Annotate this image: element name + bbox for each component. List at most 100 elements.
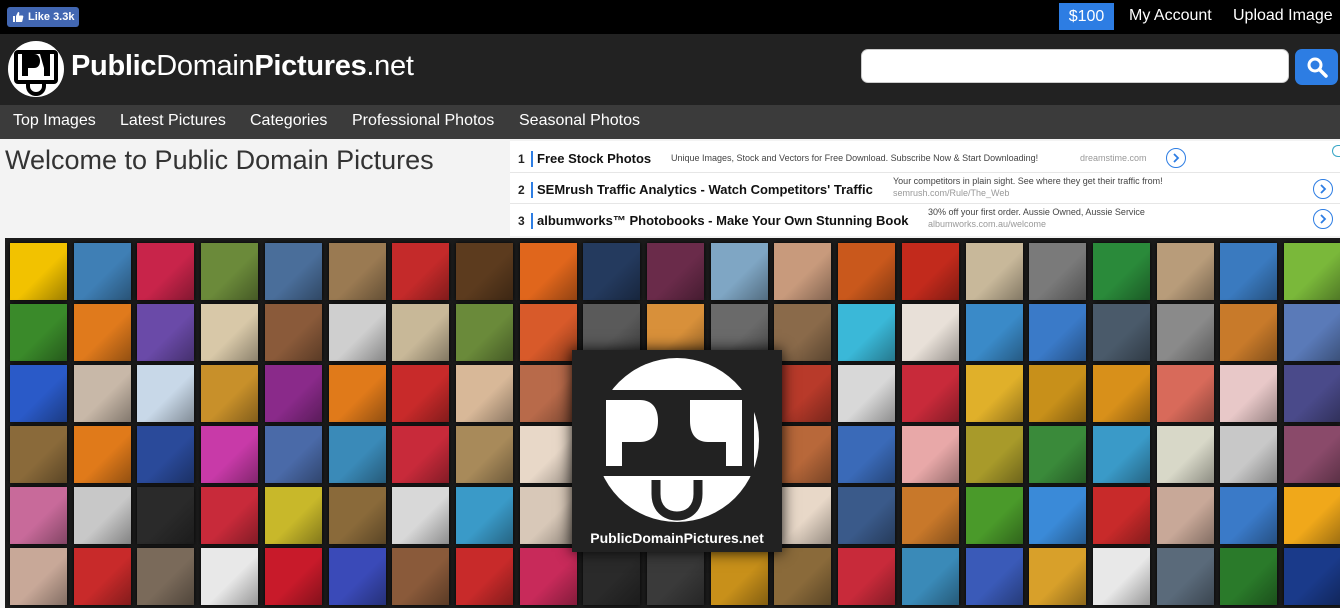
photo-thumbnail[interactable] [1220,365,1278,422]
photo-thumbnail[interactable] [455,365,513,422]
photo-thumbnail[interactable] [392,304,450,361]
ad-row[interactable]: 3 albumworks™ Photobooks - Make Your Own… [510,205,1340,235]
photo-thumbnail[interactable] [1220,243,1278,300]
center-logo[interactable]: PublicDomainPictures.net [572,350,782,552]
photo-thumbnail[interactable] [965,243,1023,300]
photo-thumbnail[interactable] [1092,365,1150,422]
photo-thumbnail[interactable] [10,304,67,361]
photo-thumbnail[interactable] [264,304,322,361]
price-button[interactable]: $100 [1059,3,1114,30]
photo-thumbnail[interactable] [583,548,641,605]
photo-thumbnail[interactable] [965,426,1023,483]
photo-thumbnail[interactable] [519,304,577,361]
photo-thumbnail[interactable] [392,487,450,544]
photo-thumbnail[interactable] [201,548,259,605]
ad-arrow-icon[interactable] [1313,209,1333,229]
photo-thumbnail[interactable] [1156,548,1214,605]
photo-thumbnail[interactable] [519,243,577,300]
photo-thumbnail[interactable] [392,426,450,483]
photo-thumbnail[interactable] [1220,426,1278,483]
photo-thumbnail[interactable] [774,365,832,422]
photo-thumbnail[interactable] [137,365,195,422]
photo-thumbnail[interactable] [328,548,386,605]
photo-thumbnail[interactable] [838,304,896,361]
photo-thumbnail[interactable] [10,426,67,483]
photo-thumbnail[interactable] [10,548,67,605]
photo-thumbnail[interactable] [1092,304,1150,361]
photo-thumbnail[interactable] [1284,304,1340,361]
photo-thumbnail[interactable] [647,243,704,300]
photo-thumbnail[interactable] [901,304,959,361]
photo-thumbnail[interactable] [1029,548,1087,605]
nav-top-images[interactable]: Top Images [13,112,96,130]
search-button[interactable] [1295,49,1338,85]
photo-thumbnail[interactable] [1220,487,1278,544]
photo-thumbnail[interactable] [137,243,195,300]
photo-thumbnail[interactable] [1092,487,1150,544]
photo-thumbnail[interactable] [201,304,259,361]
photo-thumbnail[interactable] [392,243,450,300]
photo-thumbnail[interactable] [1284,365,1340,422]
photo-thumbnail[interactable] [1284,426,1340,483]
photo-thumbnail[interactable] [647,548,704,605]
photo-thumbnail[interactable] [710,243,768,300]
ad-arrow-icon[interactable] [1166,148,1186,168]
photo-thumbnail[interactable] [519,548,577,605]
photo-thumbnail[interactable] [328,243,386,300]
photo-thumbnail[interactable] [1284,243,1340,300]
photo-thumbnail[interactable] [455,243,513,300]
photo-thumbnail[interactable] [838,426,896,483]
ad-row[interactable]: 2 SEMrush Traffic Analytics - Watch Comp… [510,174,1340,204]
photo-thumbnail[interactable] [1156,365,1214,422]
photo-thumbnail[interactable] [519,365,577,422]
photo-thumbnail[interactable] [73,243,131,300]
photo-thumbnail[interactable] [10,365,67,422]
photo-thumbnail[interactable] [73,426,131,483]
my-account-link[interactable]: My Account [1129,7,1212,25]
photo-thumbnail[interactable] [519,426,577,483]
photo-thumbnail[interactable] [1029,487,1087,544]
photo-thumbnail[interactable] [137,304,195,361]
photo-thumbnail[interactable] [1156,487,1214,544]
photo-thumbnail[interactable] [1284,548,1340,605]
photo-thumbnail[interactable] [838,487,896,544]
photo-thumbnail[interactable] [965,365,1023,422]
nav-professional-photos[interactable]: Professional Photos [352,112,494,130]
photo-thumbnail[interactable] [774,548,832,605]
photo-thumbnail[interactable] [901,365,959,422]
photo-thumbnail[interactable] [392,365,450,422]
photo-thumbnail[interactable] [1029,426,1087,483]
photo-thumbnail[interactable] [73,548,131,605]
photo-thumbnail[interactable] [328,487,386,544]
photo-thumbnail[interactable] [455,487,513,544]
photo-thumbnail[interactable] [328,426,386,483]
photo-thumbnail[interactable] [137,487,195,544]
photo-thumbnail[interactable] [1220,304,1278,361]
photo-thumbnail[interactable] [264,365,322,422]
photo-thumbnail[interactable] [73,304,131,361]
photo-thumbnail[interactable] [328,304,386,361]
photo-thumbnail[interactable] [1092,548,1150,605]
photo-thumbnail[interactable] [1156,304,1214,361]
photo-thumbnail[interactable] [901,487,959,544]
photo-thumbnail[interactable] [965,548,1023,605]
photo-thumbnail[interactable] [328,365,386,422]
photo-thumbnail[interactable] [901,548,959,605]
photo-thumbnail[interactable] [838,365,896,422]
photo-thumbnail[interactable] [455,304,513,361]
photo-thumbnail[interactable] [201,243,259,300]
photo-thumbnail[interactable] [838,548,896,605]
photo-thumbnail[interactable] [1029,304,1087,361]
upload-image-link[interactable]: Upload Image [1233,7,1333,25]
photo-thumbnail[interactable] [1092,426,1150,483]
ad-url[interactable]: dreamstime.com [1080,153,1147,163]
photo-thumbnail[interactable] [965,304,1023,361]
ad-title[interactable]: albumworks™ Photobooks - Make Your Own S… [537,213,908,228]
ad-url[interactable]: semrush.com/Rule/The_Web [893,188,1009,198]
photo-thumbnail[interactable] [73,365,131,422]
ad-title[interactable]: SEMrush Traffic Analytics - Watch Compet… [537,182,873,197]
nav-seasonal-photos[interactable]: Seasonal Photos [519,112,640,130]
photo-thumbnail[interactable] [201,426,259,483]
photo-thumbnail[interactable] [264,243,322,300]
photo-thumbnail[interactable] [774,243,832,300]
